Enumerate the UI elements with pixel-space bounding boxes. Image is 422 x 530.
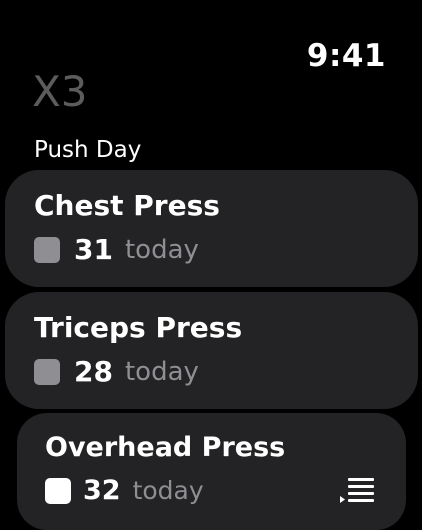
exercise-card-overhead-press[interactable]: Overhead Press 32 today — [17, 413, 406, 530]
section-title: Push Day — [34, 137, 142, 163]
exercise-count-row: 31 today — [34, 232, 199, 268]
exercise-count: 32 — [83, 475, 121, 506]
checkbox-icon[interactable] — [45, 478, 71, 504]
exercise-card-chest-press[interactable]: Chest Press 31 today — [5, 170, 418, 287]
checkbox-icon[interactable] — [34, 237, 60, 263]
app-title: X3 — [32, 67, 88, 116]
exercise-name: Overhead Press — [45, 432, 286, 463]
exercise-count: 31 — [74, 233, 113, 266]
exercise-count-label: today — [124, 235, 199, 265]
exercise-count-row: 32 today — [45, 473, 204, 509]
exercise-name: Chest Press — [34, 189, 220, 222]
list-icon[interactable] — [338, 477, 376, 505]
status-time: 9:41 — [306, 38, 386, 74]
exercise-count-label: today — [124, 357, 199, 387]
exercise-count-row: 28 today — [34, 354, 199, 390]
exercise-card-triceps-press[interactable]: Triceps Press 28 today — [5, 292, 418, 409]
checkbox-icon[interactable] — [34, 359, 60, 385]
exercise-count: 28 — [74, 355, 113, 388]
exercise-count-label: today — [132, 476, 204, 505]
exercise-name: Triceps Press — [34, 311, 243, 344]
